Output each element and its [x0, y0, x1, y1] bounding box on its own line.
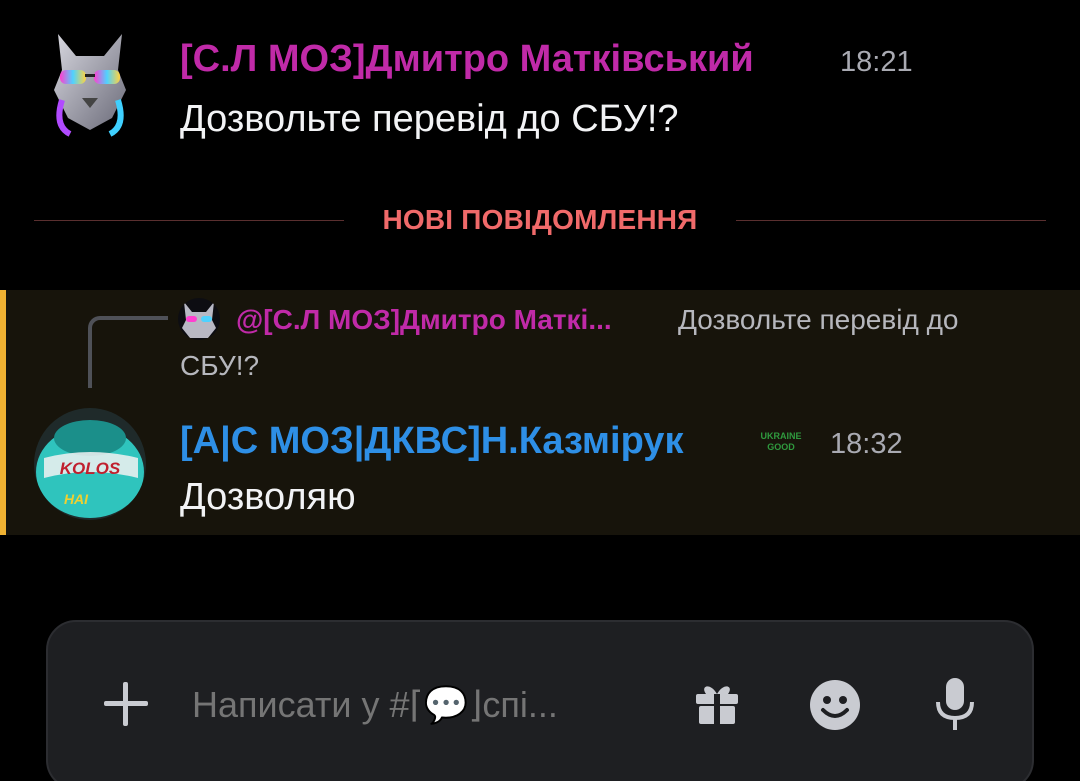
reply-author[interactable]: @[С.Л МОЗ]Дмитро Маткі...	[236, 304, 612, 336]
message-author[interactable]: [А|С МОЗ|ДКВС]Н.Казмірук	[180, 420, 683, 463]
badge-text-bottom: GOOD	[767, 442, 795, 452]
reply-preview-text[interactable]: Дозвольте перевід до	[678, 304, 959, 336]
reply-connector	[88, 316, 168, 388]
message-composer	[46, 620, 1034, 781]
chat-screen: [С.Л МОЗ]Дмитро Матківський 18:21 Дозвол…	[0, 0, 1080, 781]
user-avatar[interactable]	[52, 30, 128, 140]
highlight-bar	[0, 290, 6, 535]
badge-text-top: UKRAINE	[760, 431, 801, 441]
reply-avatar	[178, 298, 220, 340]
message-timestamp: 18:21	[840, 46, 913, 78]
message-author[interactable]: [С.Л МОЗ]Дмитро Матківський	[180, 38, 754, 81]
message-text: Дозвольте перевід до СБУ!?	[180, 98, 679, 140]
user-avatar[interactable]: KOLOS HAI	[34, 408, 146, 520]
message-input[interactable]	[192, 684, 662, 726]
message-timestamp: 18:32	[830, 428, 903, 460]
role-badge-icon[interactable]: UKRAINE GOOD	[756, 428, 806, 454]
divider-line	[736, 220, 1046, 221]
message-item-highlighted[interactable]: @[С.Л МОЗ]Дмитро Маткі... Дозвольте пере…	[0, 290, 1080, 535]
plus-icon[interactable]	[102, 680, 150, 728]
message-item[interactable]: [С.Л МОЗ]Дмитро Матківський 18:21 Дозвол…	[0, 0, 1080, 190]
emoji-icon[interactable]	[808, 678, 862, 732]
new-messages-divider: НОВІ ПОВІДОМЛЕННЯ	[34, 200, 1046, 242]
avatar-text-bottom: HAI	[64, 491, 89, 507]
reply-preview-text-continued[interactable]: СБУ!?	[180, 350, 259, 382]
gift-icon[interactable]	[692, 678, 742, 728]
microphone-icon[interactable]	[932, 676, 978, 732]
avatar-text-top: KOLOS	[60, 459, 121, 478]
message-text: Дозволяю	[180, 476, 356, 518]
